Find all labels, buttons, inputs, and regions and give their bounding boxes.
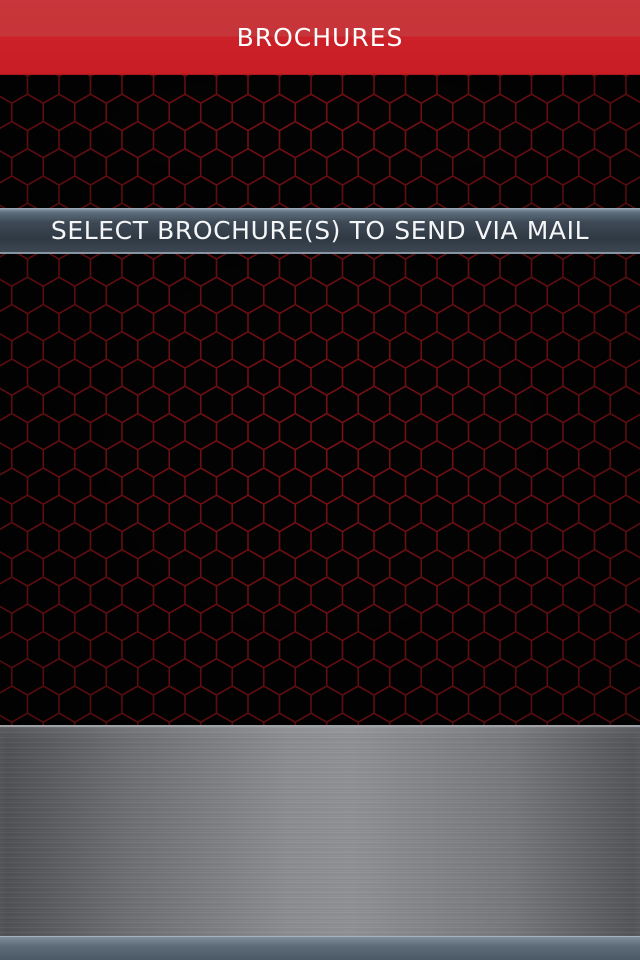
header-bar: BROCHURES bbox=[0, 0, 640, 75]
instruction-text: SELECT BROCHURE(S) TO SEND VIA MAIL bbox=[50, 216, 590, 245]
brochure-list-area[interactable] bbox=[0, 254, 640, 725]
bottom-bar bbox=[0, 936, 640, 960]
page-title: BROCHURES bbox=[236, 22, 404, 52]
instruction-bar: SELECT BROCHURE(S) TO SEND VIA MAIL bbox=[0, 208, 640, 254]
brushed-metal-panel bbox=[0, 725, 640, 936]
hex-pattern-main bbox=[0, 254, 640, 725]
hex-mesh-background-top bbox=[0, 75, 640, 208]
screen: BROCHURES SELECT BROCHURE(S) TO SEND VIA… bbox=[0, 0, 640, 960]
hex-pattern-top bbox=[0, 75, 640, 208]
